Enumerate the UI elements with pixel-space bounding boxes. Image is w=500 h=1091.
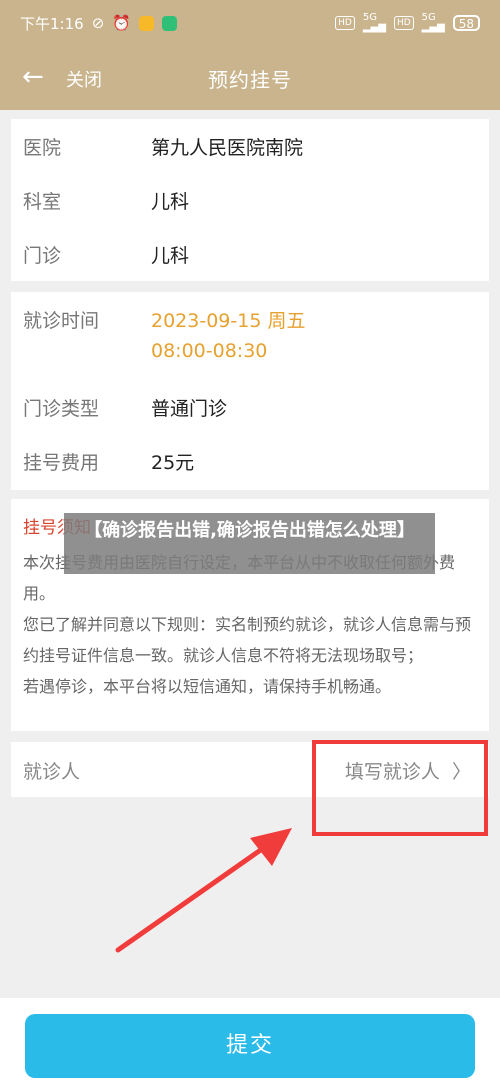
clinic-value: 儿科	[151, 245, 190, 267]
patient-label: 就诊人	[23, 761, 81, 783]
hospital-info-card: 医院 第九人民医院南院 科室 儿科 门诊 儿科	[11, 119, 489, 281]
alarm-icon: ⏰	[112, 14, 131, 32]
close-button[interactable]: 关闭	[66, 66, 102, 92]
fee-label: 挂号费用	[23, 452, 100, 474]
hd-badge: HD	[335, 16, 355, 30]
clinic-row: 门诊 儿科	[11, 227, 489, 281]
mute-icon: ⊘	[91, 14, 105, 32]
visit-date-value: 2023-09-15 周五	[151, 310, 306, 332]
clinic-label: 门诊	[23, 245, 62, 267]
status-time: 下午1:16	[20, 14, 84, 33]
clinic-type-label: 门诊类型	[23, 398, 100, 420]
hospital-row: 医院 第九人民医院南院	[11, 119, 489, 173]
network-b: 5G ▂▄▆	[422, 13, 445, 33]
battery-icon: 58	[452, 15, 480, 31]
notice-line: 若遇停诊，本平台将以短信通知，请保持手机畅通。	[23, 677, 392, 696]
highlight-box	[312, 740, 488, 836]
notice-line: 您已了解并同意以下规则：实名制预约就诊，就诊人信息需与预约挂号证件信息一致。就诊…	[23, 615, 472, 665]
status-right: HD 5G ▂▄▆ HD 5G ▂▄▆ 58	[335, 13, 480, 33]
pointer-arrow-icon	[115, 828, 292, 953]
watermark-caption: 【确诊报告出错,确诊报告出错怎么处理】	[64, 513, 435, 574]
network-a: 5G ▂▄▆	[363, 13, 386, 33]
hospital-value: 第九人民医院南院	[151, 137, 304, 159]
app-notification-icon-2	[161, 15, 177, 31]
visit-time-range: 08:00-08:30	[151, 340, 268, 362]
app-notification-icon	[138, 15, 154, 31]
hospital-label: 医院	[23, 137, 62, 159]
signal-icon-2: ▂▄▆	[421, 22, 445, 33]
visit-time-label: 就诊时间	[23, 310, 100, 332]
dept-value: 儿科	[151, 191, 190, 213]
dept-label: 科室	[23, 191, 62, 213]
nav-bar: ← 关闭 预约挂号	[0, 46, 500, 110]
back-arrow-icon[interactable]: ←	[22, 62, 44, 92]
signal-icon: ▂▄▆	[362, 22, 386, 33]
clinic-type-row: 门诊类型 普通门诊	[11, 380, 489, 434]
submit-bar: 提交	[0, 998, 500, 1091]
status-bar: 下午1:16 ⊘ ⏰ HD 5G ▂▄▆ HD 5G ▂▄▆ 58	[0, 0, 500, 46]
fee-value: 25元	[151, 452, 195, 474]
clinic-type-value: 普通门诊	[151, 398, 228, 420]
hd-badge-2: HD	[393, 16, 414, 30]
status-left: 下午1:16 ⊘ ⏰	[20, 13, 177, 34]
fee-row: 挂号费用 25元	[11, 434, 489, 488]
dept-row: 科室 儿科	[11, 173, 489, 227]
visit-time-row: 就诊时间 2023-09-15 周五 08:00-08:30	[11, 292, 489, 380]
visit-info-card: 就诊时间 2023-09-15 周五 08:00-08:30 门诊类型 普通门诊…	[11, 292, 489, 490]
submit-button[interactable]: 提交	[25, 1014, 475, 1078]
